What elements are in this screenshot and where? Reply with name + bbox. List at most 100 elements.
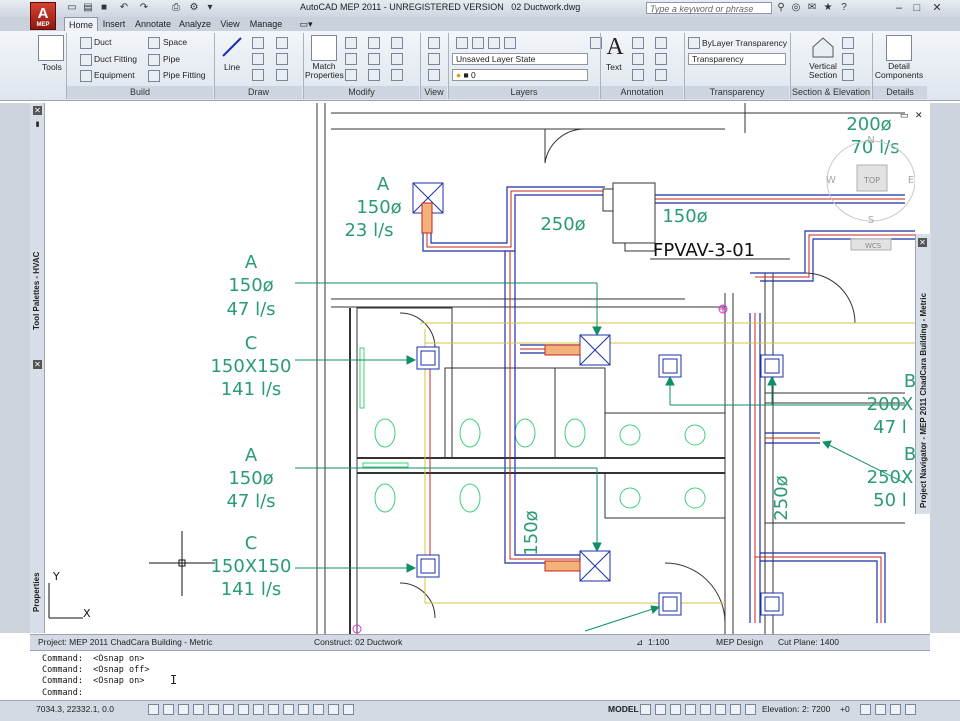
pipe-fitting-icon[interactable] — [148, 70, 160, 82]
pipe-button[interactable]: Pipe — [163, 54, 180, 64]
hatch-icon[interactable] — [252, 69, 264, 81]
circle-icon[interactable] — [252, 53, 264, 65]
transparency-field[interactable]: Transparency — [688, 53, 786, 65]
polar-icon[interactable] — [193, 704, 204, 715]
layer-icon[interactable] — [472, 37, 484, 49]
dyn-icon[interactable] — [268, 704, 279, 715]
duct-icon[interactable] — [80, 37, 92, 49]
section-line-icon[interactable] — [842, 53, 854, 65]
open-file-icon[interactable]: ▤ — [82, 2, 94, 14]
palette-close-icon[interactable]: ✕ — [33, 106, 42, 115]
panel-title-build[interactable]: Build — [67, 86, 213, 99]
pipe-icon[interactable] — [148, 54, 160, 66]
bylayer-transparency-dropdown[interactable]: ByLayer Transparency — [702, 38, 787, 48]
scale-icon[interactable] — [368, 69, 380, 81]
properties-palette-title[interactable]: Properties — [32, 572, 41, 612]
lineweight-icon[interactable] — [283, 704, 294, 715]
polyline-icon[interactable] — [252, 37, 264, 49]
tab-home[interactable]: Home — [64, 17, 98, 31]
tab-overflow-icon[interactable]: ▭▾ — [298, 17, 314, 31]
section-mark-icon[interactable] — [842, 69, 854, 81]
tab-analyze[interactable]: Analyze — [178, 17, 212, 31]
tools-label[interactable]: Tools — [42, 62, 62, 72]
clean-screen-icon[interactable] — [890, 704, 901, 715]
project-navigator-title[interactable]: Project Navigator - MEP 2011 ChadCara Bu… — [919, 293, 928, 508]
redo-icon[interactable]: ↷ — [138, 2, 150, 14]
drawing-canvas[interactable]: Y X A 150ø 23 l/s A 150ø 47 l/s C 150X15… — [45, 103, 915, 634]
selection-cycling-icon[interactable] — [328, 704, 339, 715]
cut-plane[interactable]: Cut Plane: 1400 — [778, 637, 839, 647]
status-menu-icon[interactable] — [905, 704, 916, 715]
navigator-close-icon[interactable]: ✕ — [918, 238, 927, 247]
copy-icon[interactable] — [345, 53, 357, 65]
save-icon[interactable]: ■ — [98, 2, 110, 14]
layer-properties-icon[interactable] — [456, 37, 468, 49]
match-properties-icon[interactable] — [311, 35, 337, 61]
command-prompt[interactable]: Command: — [42, 688, 83, 698]
pan-icon[interactable] — [670, 704, 681, 715]
duct-button[interactable]: Duct — [94, 37, 111, 47]
hardware-acceleration-icon[interactable] — [875, 704, 886, 715]
workspace-icon[interactable]: ⚙ — [188, 2, 200, 14]
favorites-icon[interactable]: ★ — [822, 2, 834, 14]
tools-icon[interactable] — [38, 35, 64, 61]
elevation-offset[interactable]: +0 — [840, 704, 850, 714]
dimension-icon[interactable] — [632, 37, 644, 49]
3dosnap-icon[interactable] — [223, 704, 234, 715]
detail-components-icon[interactable] — [886, 35, 912, 61]
leader-icon[interactable] — [655, 37, 667, 49]
search-input[interactable]: Type a keyword or phrase — [646, 2, 772, 14]
new-file-icon[interactable]: ▭ — [66, 2, 78, 14]
move-icon[interactable] — [345, 37, 357, 49]
space-button[interactable]: Space — [163, 37, 187, 47]
annotation-monitor-icon[interactable] — [343, 704, 354, 715]
line-button[interactable]: Line — [224, 62, 240, 72]
plot-icon[interactable]: ⎙ — [170, 2, 182, 14]
application-menu-button[interactable]: A MEP — [30, 2, 56, 30]
quick-view-layouts-icon[interactable] — [640, 704, 651, 715]
panel-title-details[interactable]: Details — [873, 86, 927, 99]
transparency-toggle-icon[interactable] — [298, 704, 309, 715]
line-icon[interactable] — [220, 35, 244, 59]
vertical-section-button[interactable]: Vertical Section — [804, 62, 842, 80]
viewport-close-icon[interactable]: ✕ — [915, 110, 925, 120]
array-icon[interactable] — [391, 69, 403, 81]
panel-title-draw[interactable]: Draw — [215, 86, 302, 99]
equipment-icon[interactable] — [80, 70, 92, 82]
tool-palettes-title[interactable]: Tool Palettes - HVAC — [32, 252, 41, 330]
vertical-section-icon[interactable] — [810, 35, 836, 59]
search-icon[interactable]: ⚲ — [775, 2, 787, 14]
viewport-restore-icon[interactable]: ▭ — [900, 110, 910, 120]
layer-isolate-icon[interactable] — [504, 37, 516, 49]
snap-icon[interactable] — [148, 704, 159, 715]
stretch-icon[interactable] — [345, 69, 357, 81]
display-configuration[interactable]: MEP Design — [716, 637, 763, 647]
osnap-icon[interactable] — [208, 704, 219, 715]
transparency-icon[interactable] — [688, 37, 700, 49]
lock-icon[interactable] — [745, 704, 756, 715]
rectangle-icon[interactable] — [276, 37, 288, 49]
close-icon[interactable]: ✕ — [930, 1, 944, 15]
help-icon[interactable]: ? — [838, 2, 850, 14]
gradient-icon[interactable] — [276, 69, 288, 81]
scale-value[interactable]: 1:100 — [648, 637, 669, 647]
text-icon[interactable]: A — [604, 34, 626, 60]
table-icon[interactable] — [632, 53, 644, 65]
arc-icon[interactable] — [276, 53, 288, 65]
model-space-toggle[interactable]: MODEL — [608, 704, 639, 714]
panel-title-annotation[interactable]: Annotation — [601, 86, 683, 99]
command-window[interactable]: Command: <Osnap on> Command: <Osnap off>… — [30, 650, 930, 701]
layer-state-dropdown[interactable]: Unsaved Layer State — [452, 53, 588, 65]
fillet-icon[interactable] — [391, 53, 403, 65]
ducs-icon[interactable] — [253, 704, 264, 715]
detail-components-button[interactable]: Detail Components — [874, 62, 924, 80]
panel-title-section[interactable]: Section & Elevation — [791, 86, 871, 99]
named-views-icon[interactable] — [428, 69, 440, 81]
tab-insert[interactable]: Insert — [100, 17, 128, 31]
rotate-icon[interactable] — [368, 37, 380, 49]
tab-manage[interactable]: Manage — [248, 17, 284, 31]
markup-icon[interactable] — [632, 69, 644, 81]
tab-view[interactable]: View — [218, 17, 242, 31]
isolate-objects-icon[interactable] — [860, 704, 871, 715]
workspace-switch-icon[interactable] — [730, 704, 741, 715]
